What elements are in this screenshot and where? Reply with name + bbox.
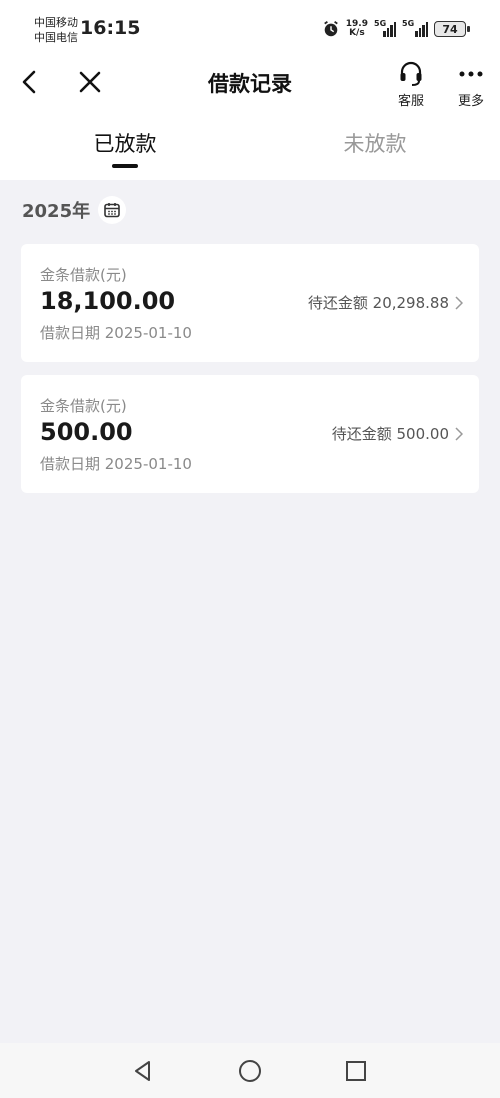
more-label: 更多 [457, 94, 484, 109]
loan-record-card[interactable]: 金条借款(元) 18,100.00 借款日期 2025-01-10 待还金额 2… [21, 244, 479, 362]
more-button[interactable]: 更多 [451, 60, 491, 109]
loan-amount: 18,100.00 [40, 287, 176, 315]
remaining-amount: 待还金额 500.00 [332, 423, 463, 444]
system-nav-bar [0, 1043, 500, 1098]
loan-date: 借款日期 2025-01-10 [40, 324, 192, 342]
loan-type: 金条借款(元) [40, 397, 127, 415]
tab-loaned[interactable]: 已放款 [45, 128, 205, 158]
status-bar: 中国移动 中国电信 16:15 19.9 K/s 5G 5G 74 [0, 0, 500, 60]
triangle-back-icon[interactable] [130, 1058, 156, 1084]
signal-1-label: 5G [374, 19, 387, 28]
battery-icon: 74 [434, 21, 470, 37]
tab-bar: 已放款 未放款 [0, 112, 500, 180]
circle-home-icon[interactable] [237, 1058, 263, 1084]
carrier-1: 中国移动 [34, 16, 78, 29]
customer-service-label: 客服 [397, 94, 424, 109]
remaining-amount: 待还金额 20,298.88 [308, 292, 463, 313]
screen: 中国移动 中国电信 16:15 19.9 K/s 5G 5G 74 借款记录 客… [0, 0, 500, 1098]
signal-1-icon: 5G [374, 19, 396, 37]
more-dots-icon [459, 71, 483, 77]
year-label: 2025年 [22, 201, 91, 222]
calendar-button[interactable] [98, 196, 127, 224]
customer-service-button[interactable]: 客服 [391, 60, 431, 109]
carrier-2: 中国电信 [34, 31, 78, 44]
header: 借款记录 客服 更多 [0, 60, 500, 112]
clock: 16:15 [80, 17, 141, 39]
tab-pending[interactable]: 未放款 [295, 128, 455, 158]
loan-type: 金条借款(元) [40, 266, 127, 284]
battery-level: 74 [442, 22, 458, 36]
year-filter[interactable]: 2025年 [22, 196, 127, 224]
headset-icon [400, 61, 422, 86]
active-tab-indicator [112, 164, 138, 168]
square-recent-icon[interactable] [343, 1058, 369, 1084]
network-speed: 19.9 K/s [346, 20, 368, 38]
chevron-right-icon [455, 295, 463, 310]
remaining-amount-text: 待还金额 500.00 [331, 425, 449, 443]
loan-date: 借款日期 2025-01-10 [40, 455, 192, 473]
calendar-icon [104, 203, 120, 218]
alarm-icon [323, 21, 338, 37]
signal-2-icon: 5G [402, 19, 428, 37]
net-speed-unit: K/s [349, 28, 365, 38]
carrier-info: 中国移动 中国电信 [34, 15, 78, 45]
loan-amount: 500.00 [40, 418, 133, 446]
status-icons: 19.9 K/s 5G 5G 74 [322, 18, 470, 40]
remaining-amount-text: 待还金额 20,298.88 [307, 294, 449, 312]
chevron-right-icon [455, 426, 463, 441]
loan-record-card[interactable]: 金条借款(元) 500.00 借款日期 2025-01-10 待还金额 500.… [21, 375, 479, 493]
signal-2-label: 5G [402, 19, 415, 28]
